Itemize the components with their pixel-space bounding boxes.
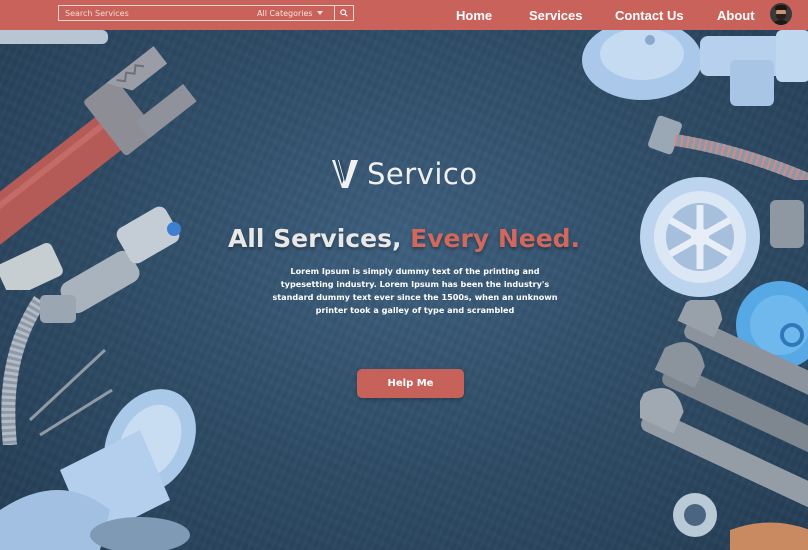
nav-contact-us[interactable]: Contact Us <box>615 0 684 30</box>
pvc-elbow-illustration <box>0 389 196 550</box>
nav-about[interactable]: About <box>717 0 755 30</box>
nav-services[interactable]: Services <box>529 0 583 30</box>
caret-down-icon <box>316 11 323 15</box>
search-bar: All Categories <box>58 5 354 21</box>
drain-fitting-illustration <box>582 30 808 180</box>
search-input[interactable] <box>59 6 247 20</box>
nav-home[interactable]: Home <box>456 0 492 30</box>
hero-headline: All Services, Every Need. <box>0 224 808 253</box>
category-dropdown[interactable]: All Categories <box>247 9 333 18</box>
headline-white-part: All Services, <box>227 224 411 253</box>
headline-accent-part: Every Need. <box>410 224 581 253</box>
help-me-button[interactable]: Help Me <box>357 369 464 398</box>
user-avatar[interactable] <box>770 3 792 25</box>
search-icon <box>340 9 348 17</box>
spanner-set-illustration <box>640 300 808 550</box>
top-navbar: All Categories Home Services Contact Us … <box>0 0 808 30</box>
hero-description: Lorem Ipsum is simply dummy text of the … <box>272 266 558 315</box>
brand-logo: Servico <box>331 157 478 191</box>
category-dropdown-label: All Categories <box>257 8 313 18</box>
brand-mark-icon <box>332 160 358 188</box>
brand-name: Servico <box>367 157 478 191</box>
search-button[interactable] <box>334 5 354 21</box>
